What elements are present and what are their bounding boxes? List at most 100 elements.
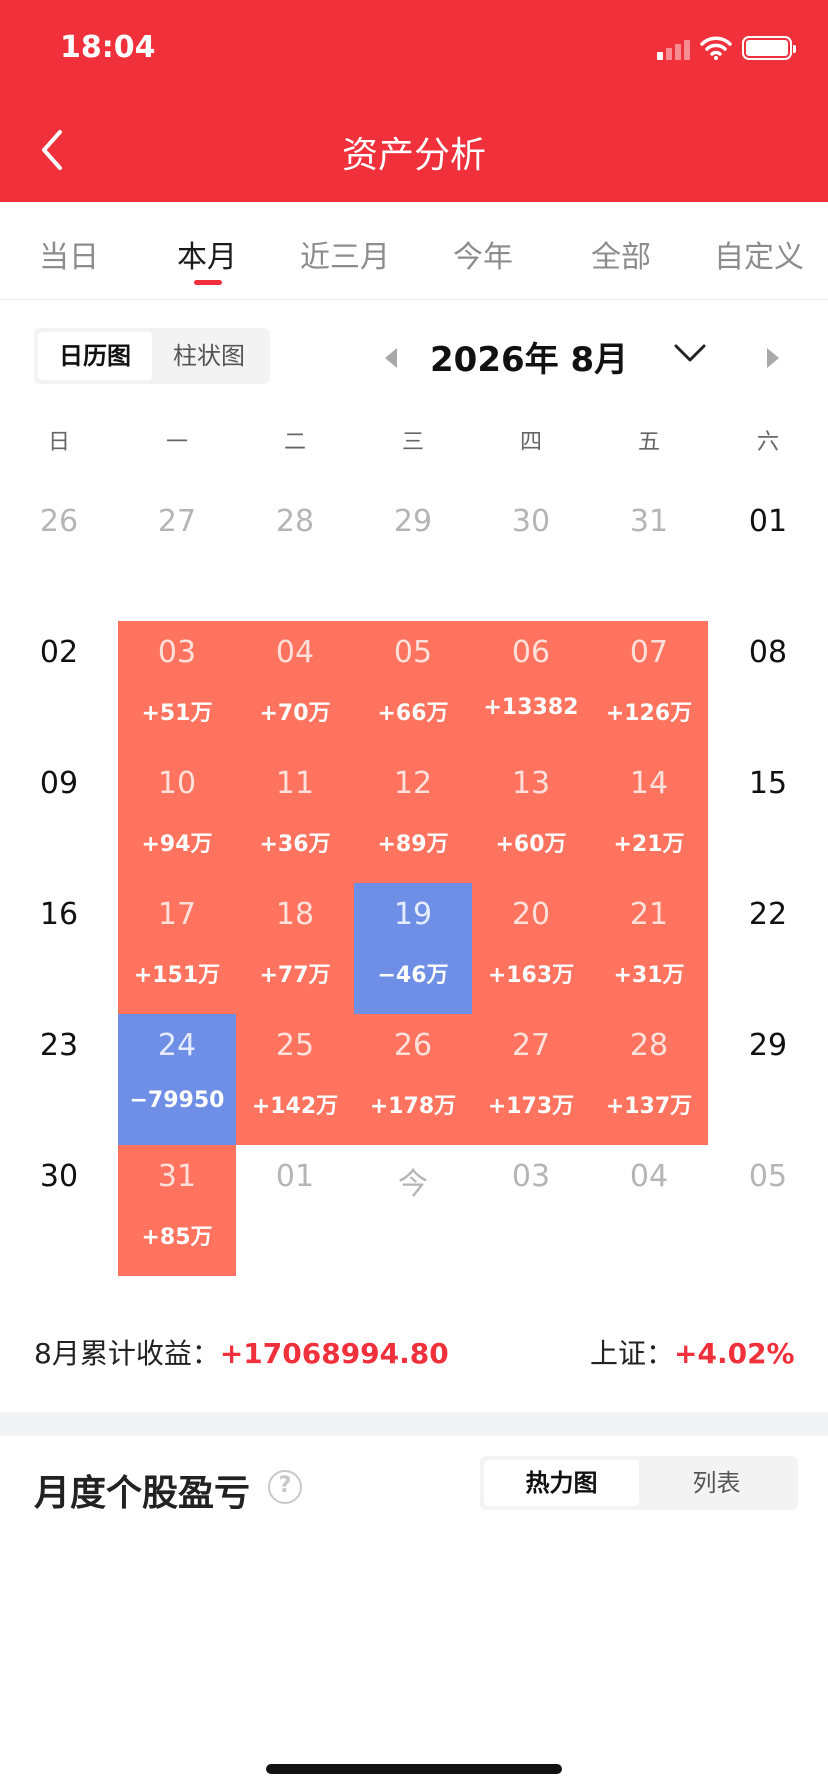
- home-indicator: [266, 1764, 562, 1774]
- day-number: 20: [511, 897, 551, 932]
- calendar-day[interactable]: 30: [0, 1145, 118, 1276]
- daily-pl-value: −79950: [129, 1088, 225, 1113]
- monthly-pl-value: +17068994.80: [219, 1337, 449, 1370]
- calendar-day[interactable]: 29: [709, 1014, 827, 1145]
- tab-custom[interactable]: 自定义: [690, 232, 828, 276]
- calendar-day[interactable]: 06 +13382: [472, 621, 590, 752]
- index-value: +4.02%: [674, 1337, 795, 1370]
- day-number: 27: [157, 504, 197, 539]
- calendar-day[interactable]: 14 +21万: [590, 752, 708, 883]
- bar-chart-view-option[interactable]: 柱状图: [152, 332, 266, 380]
- calendar-day[interactable]: 16: [0, 883, 118, 1014]
- calendar-day[interactable]: 05: [709, 1145, 827, 1276]
- tab-last-three-months[interactable]: 近三月: [276, 232, 414, 276]
- calendar-day[interactable]: 07 +126万: [590, 621, 708, 752]
- day-number: 10: [157, 766, 197, 801]
- tab-today[interactable]: 当日: [0, 232, 138, 276]
- calendar-day[interactable]: 31 +85万: [118, 1145, 236, 1276]
- day-number: 06: [511, 635, 551, 670]
- calendar-day[interactable]: 23: [0, 1014, 118, 1145]
- chevron-down-icon[interactable]: [672, 340, 708, 368]
- calendar-day[interactable]: 22: [709, 883, 827, 1014]
- calendar-day[interactable]: 08: [709, 621, 827, 752]
- calendar-day[interactable]: 25 +142万: [236, 1014, 354, 1145]
- calendar-day[interactable]: 04 +70万: [236, 621, 354, 752]
- day-number: 13: [511, 766, 551, 801]
- calendar-day[interactable]: 11 +36万: [236, 752, 354, 883]
- day-number: 02: [39, 635, 79, 670]
- daily-pl-value: +151万: [133, 963, 221, 988]
- wifi-icon: [700, 36, 732, 60]
- calendar-day[interactable]: 30: [472, 490, 590, 621]
- day-number: 17: [157, 897, 197, 932]
- calendar-day[interactable]: 01: [709, 490, 827, 621]
- day-number: 15: [748, 766, 788, 801]
- day-number: 03: [511, 1159, 551, 1194]
- calendar-day[interactable]: 15: [709, 752, 827, 883]
- calendar-day[interactable]: 18 +77万: [236, 883, 354, 1014]
- daily-pl-value: +94万: [141, 832, 213, 857]
- calendar-day[interactable]: 13 +60万: [472, 752, 590, 883]
- calendar-day[interactable]: 03 +51万: [118, 621, 236, 752]
- daily-pl-value: +13382: [483, 695, 579, 720]
- previous-month-icon[interactable]: [382, 346, 400, 370]
- tab-all[interactable]: 全部: [552, 232, 690, 276]
- calendar-day[interactable]: 12 +89万: [354, 752, 472, 883]
- period-tabs: 当日 本月 近三月 今年 全部 自定义: [0, 202, 828, 300]
- calendar-day[interactable]: 27: [118, 490, 236, 621]
- calendar-day[interactable]: 03: [472, 1145, 590, 1276]
- index-summary: 上证：+4.02%: [590, 1332, 795, 1372]
- tab-this-month[interactable]: 本月: [138, 232, 276, 276]
- calendar-day[interactable]: 31: [590, 490, 708, 621]
- app-header: 18:04 资产分析: [0, 0, 828, 202]
- heatmap-option[interactable]: 热力图: [484, 1460, 639, 1506]
- daily-pl-value: +51万: [141, 701, 213, 726]
- calendar-day[interactable]: 28 +137万: [590, 1014, 708, 1145]
- daily-pl-value: +178万: [369, 1094, 457, 1119]
- calendar-day[interactable]: 10 +94万: [118, 752, 236, 883]
- day-number: 29: [393, 504, 433, 539]
- calendar-day[interactable]: 19 −46万: [354, 883, 472, 1014]
- calendar-day[interactable]: 28: [236, 490, 354, 621]
- calendar-day[interactable]: 01: [236, 1145, 354, 1276]
- calendar-day[interactable]: 29: [354, 490, 472, 621]
- calendar-day[interactable]: 27 +173万: [472, 1014, 590, 1145]
- calendar-day[interactable]: 21 +31万: [590, 883, 708, 1014]
- day-number: 23: [39, 1028, 79, 1063]
- daily-pl-value: +31万: [613, 963, 685, 988]
- day-number: 01: [748, 504, 788, 539]
- day-number: 31: [629, 504, 669, 539]
- calendar-day[interactable]: 24 −79950: [118, 1014, 236, 1145]
- weekday-label: 六: [756, 430, 779, 455]
- calendar-day[interactable]: 09: [0, 752, 118, 883]
- day-number: 28: [629, 1028, 669, 1063]
- daily-pl-value: +60万: [495, 832, 567, 857]
- calendar-day[interactable]: 17 +151万: [118, 883, 236, 1014]
- calendar-day[interactable]: 04: [590, 1145, 708, 1276]
- page-title: 资产分析: [341, 135, 486, 176]
- day-number: 26: [39, 504, 79, 539]
- day-number: 21: [629, 897, 669, 932]
- day-number: 28: [275, 504, 315, 539]
- list-option[interactable]: 列表: [639, 1460, 794, 1506]
- calendar-day[interactable]: 20 +163万: [472, 883, 590, 1014]
- day-number: 30: [511, 504, 551, 539]
- day-number: 29: [748, 1028, 788, 1063]
- day-number: 19: [393, 897, 433, 932]
- calendar-day[interactable]: 05 +66万: [354, 621, 472, 752]
- day-number: 04: [275, 635, 315, 670]
- next-month-icon[interactable]: [764, 346, 782, 370]
- monthly-pl-label: 8月累计收益：: [34, 1337, 220, 1370]
- section-title: 月度个股盈亏: [34, 1473, 251, 1514]
- status-time: 18:04: [60, 30, 156, 65]
- day-number: 08: [748, 635, 788, 670]
- help-icon[interactable]: ?: [268, 1470, 302, 1504]
- index-label: 上证：: [590, 1337, 675, 1370]
- daily-pl-value: +85万: [141, 1225, 213, 1250]
- calendar-day[interactable]: 26 +178万: [354, 1014, 472, 1145]
- calendar-view-option[interactable]: 日历图: [38, 332, 152, 380]
- calendar-day[interactable]: 26: [0, 490, 118, 621]
- calendar-day[interactable]: 今: [354, 1145, 472, 1276]
- calendar-day[interactable]: 02: [0, 621, 118, 752]
- tab-this-year[interactable]: 今年: [414, 232, 552, 276]
